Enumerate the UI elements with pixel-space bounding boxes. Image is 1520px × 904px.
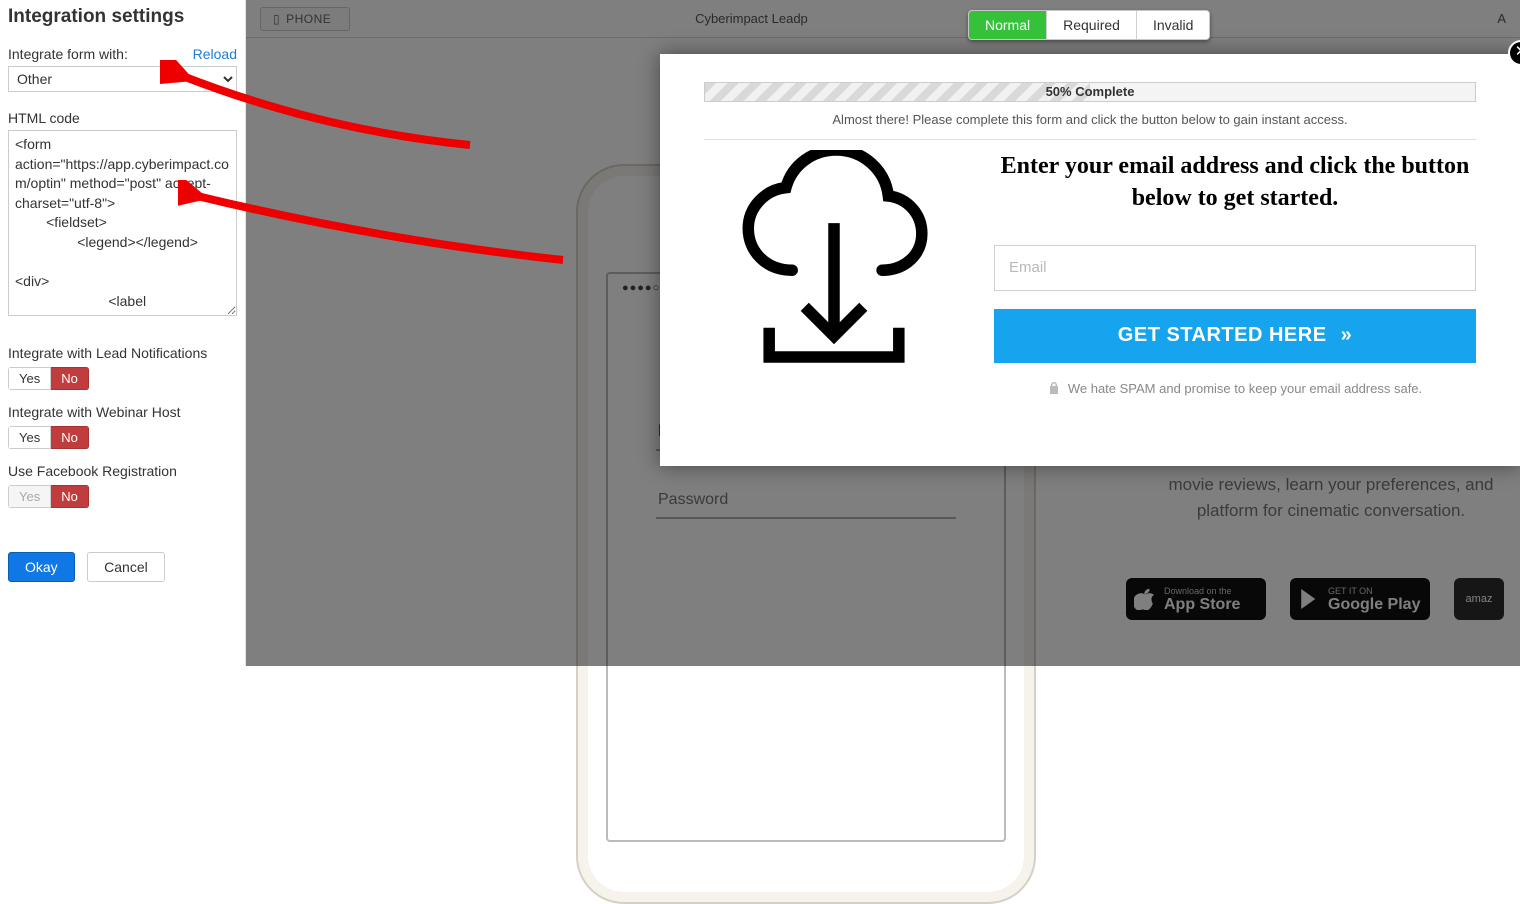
phone-icon: ▯: [273, 12, 280, 26]
integration-settings-panel: Integration settings Integrate form with…: [0, 0, 246, 666]
webinar-host-label: Integrate with Webinar Host: [8, 404, 237, 420]
play-icon: [1298, 588, 1320, 610]
demo-password-input[interactable]: [656, 483, 956, 519]
html-code-label: HTML code: [8, 110, 237, 126]
facebook-reg-yes: Yes: [8, 485, 51, 508]
amazon-text: amaz: [1466, 593, 1493, 605]
popup-divider: [704, 139, 1476, 140]
state-tab-invalid[interactable]: Invalid: [1136, 11, 1209, 39]
marketing-copy: movie reviews, learn your preferences, a…: [1116, 472, 1520, 523]
lead-notifications-label: Integrate with Lead Notifications: [8, 345, 237, 361]
progress-bar: 50% Complete: [704, 82, 1476, 102]
popup-cta-button[interactable]: GET STARTED HERE »: [994, 309, 1476, 363]
cloud-download-icon: [719, 150, 949, 380]
integrate-with-label: Integrate form with:: [8, 46, 128, 62]
store-badges-row: Download on theApp Store GET IT ONGoogle…: [1126, 578, 1504, 620]
optin-popup: ✕ 50% Complete Almost there! Please comp…: [660, 54, 1520, 466]
webinar-host-toggle: Yes No: [8, 426, 89, 449]
apple-icon: [1134, 588, 1156, 610]
close-icon: ✕: [1515, 43, 1520, 60]
lead-notifications-yes[interactable]: Yes: [8, 367, 51, 390]
popup-headline: Enter your email address and click the b…: [994, 150, 1476, 215]
webinar-host-yes[interactable]: Yes: [8, 426, 51, 449]
toolbar-right-text: A: [1497, 11, 1506, 26]
amazon-badge[interactable]: amaz: [1454, 578, 1504, 620]
facebook-reg-toggle: Yes No: [8, 485, 89, 508]
lead-notifications-toggle: Yes No: [8, 367, 89, 390]
facebook-reg-no[interactable]: No: [51, 485, 89, 508]
status-signal-icon: ●●●●○: [622, 282, 660, 294]
integrate-with-select[interactable]: Other: [8, 66, 237, 92]
facebook-reg-label: Use Facebook Registration: [8, 463, 237, 479]
form-state-tabs: Normal Required Invalid: [968, 10, 1210, 40]
lock-icon: [1048, 381, 1060, 395]
popup-cta-label: GET STARTED HERE: [1118, 324, 1327, 347]
state-tab-required[interactable]: Required: [1046, 11, 1136, 39]
google-play-badge[interactable]: GET IT ONGoogle Play: [1290, 578, 1430, 620]
popup-email-input[interactable]: [994, 245, 1476, 291]
app-store-badge[interactable]: Download on theApp Store: [1126, 578, 1266, 620]
spam-disclaimer: We hate SPAM and promise to keep your em…: [994, 381, 1476, 396]
popup-subtext: Almost there! Please complete this form …: [704, 112, 1476, 127]
reload-link[interactable]: Reload: [193, 46, 237, 62]
page-title-text: Cyberimpact Leadp: [695, 11, 808, 26]
state-tab-normal[interactable]: Normal: [969, 11, 1046, 39]
chevron-right-icon: »: [1341, 324, 1353, 347]
viewport-phone-label: PHONE: [286, 12, 331, 26]
webinar-host-no[interactable]: No: [51, 426, 89, 449]
html-code-textarea[interactable]: <form action="https://app.cyberimpact.co…: [8, 130, 237, 316]
panel-title: Integration settings: [8, 6, 237, 28]
builder-toolbar: ▯ PHONE Cyberimpact Leadp A: [246, 0, 1520, 38]
okay-button[interactable]: Okay: [8, 552, 75, 582]
progress-label: 50% Complete: [705, 84, 1475, 99]
cancel-button[interactable]: Cancel: [87, 552, 165, 582]
lead-notifications-no[interactable]: No: [51, 367, 89, 390]
viewport-phone-chip[interactable]: ▯ PHONE: [260, 7, 350, 31]
